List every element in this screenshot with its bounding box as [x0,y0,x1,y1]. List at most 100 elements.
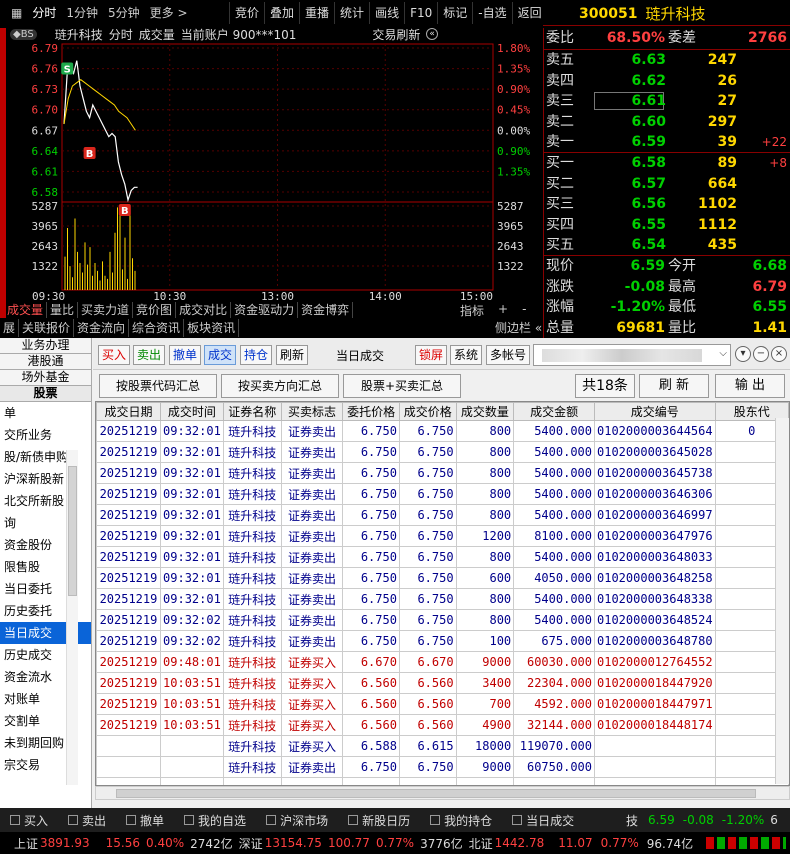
bid-level-row[interactable]: 买二 6.57 664 [544,174,790,195]
bj-label[interactable]: 北证 [469,835,493,852]
menu-mark[interactable]: 标记 [437,2,472,24]
indicator-tab[interactable]: 量比 [47,302,79,318]
indicator-tab[interactable]: 成交量 [4,302,48,318]
column-header[interactable]: 买卖标志 [280,402,344,421]
collapse-icon[interactable]: « [426,28,438,40]
column-header[interactable]: 成交编号 [594,402,716,421]
menu-replay[interactable]: 重播 [299,2,334,24]
bid-level-row[interactable]: 买五 6.54 435 [544,235,790,256]
ask-level-row[interactable]: 卖四 6.62 26 [544,71,790,92]
table-row[interactable]: 20251219 09:32:02 琏升科技 证券卖出 6.750 6.750 800 540… [96,609,789,631]
table-row[interactable]: 20251219 09:48:01 琏升科技 证券买入 6.670 6.670 9000 60… [96,651,789,673]
nav-business[interactable]: 业务办理 [0,338,91,354]
ask-price[interactable]: 6.63 [631,50,666,70]
bid-price[interactable]: 6.57 [631,174,666,194]
indicator-tab[interactable]: 资金驱动力 [231,302,299,318]
table-row[interactable]: 琏升科技 证券卖出 6.750 6.750 9000 60750.000 [96,756,789,778]
bid-price[interactable]: 6.55 [631,215,666,235]
indicator-tab[interactable]: 竞价图 [133,302,177,318]
column-header[interactable]: 成交金额 [513,402,595,421]
column-header[interactable]: 委托价格 [342,402,400,421]
ask-level-row[interactable]: 卖二 6.60 297 [544,112,790,133]
sz-label[interactable]: 深证 [239,835,263,852]
table-vertical-scrollbar[interactable] [775,418,789,784]
ask-price[interactable]: 6.61 [631,91,666,111]
zoom-out-button[interactable]: - [522,302,526,319]
bid-level-row[interactable]: 买四 6.55 1112 [544,215,790,236]
minimize-icon[interactable]: − [753,346,769,362]
table-row[interactable]: 20251219 10:03:51 琏升科技 证券买入 6.560 6.560 4900 32… [96,714,789,736]
nav-item[interactable]: 交所业务 [0,424,91,446]
quick-cancel[interactable]: 撤单 [116,812,174,829]
column-header[interactable]: 成交数量 [455,402,515,421]
menu-remove-watch[interactable]: -自选 [472,2,511,24]
sell-button[interactable]: 卖出 [133,345,166,365]
table-row[interactable]: 20251219 09:32:01 琏升科技 证券卖出 6.750 6.750 600 405… [96,567,789,589]
quick-buy[interactable]: 买入 [0,812,58,829]
trade-refresh-label[interactable]: 交易刷新 [372,26,420,43]
table-row[interactable]: 20251219 09:32:01 琏升科技 证券卖出 6.750 6.750 800 540… [96,588,789,610]
column-header[interactable]: 成交价格 [398,402,457,421]
table-row[interactable]: 琏升科技 证券买入 6.588 6.615 18000 119070.000 [96,735,789,757]
menu-auction[interactable]: 竞价 [229,2,264,24]
column-header[interactable]: 成交时间 [159,402,224,421]
menu-stats[interactable]: 统计 [334,2,369,24]
table-row[interactable]: 20251219 09:32:01 琏升科技 证券卖出 6.750 6.750 800 540… [96,462,789,484]
grid-icon[interactable]: ▦ [6,2,27,24]
table-row[interactable]: 20251219 09:32:01 琏升科技 证券卖出 6.750 6.750 800 540… [96,504,789,526]
table-row[interactable]: 20251219 10:03:51 琏升科技 证券买入 6.560 6.560 700 459… [96,693,789,715]
tab-more[interactable]: 更多 > [145,2,193,24]
quick-sell[interactable]: 卖出 [58,812,116,829]
account-select[interactable]: ⌵ [533,344,731,366]
zoom-in-button[interactable]: + [498,302,508,319]
ask-level-row[interactable]: 卖三 6.61 27 [544,91,790,112]
bid-price[interactable]: 6.56 [631,194,666,214]
info-tab[interactable]: 板块资讯 [184,319,240,337]
close-icon[interactable]: × [771,346,787,362]
nav-otc-fund[interactable]: 场外基金 [0,370,91,386]
quick-today-deal[interactable]: 当日成交 [502,812,584,829]
ask-level-row[interactable]: 卖一 6.59 39 +22 [544,132,790,153]
summary-by-code-button[interactable]: 按股票代码汇总 [99,374,217,398]
quick-ipo-calendar[interactable]: 新股日历 [338,812,420,829]
table-row[interactable]: 20251219 10:03:51 琏升科技 证券买入 6.560 6.560 3400 22… [96,672,789,694]
column-header[interactable]: 证券名称 [222,402,282,421]
quick-market[interactable]: 沪深市场 [256,812,338,829]
ask-price[interactable]: 6.62 [631,71,666,91]
bs-toggle-icon[interactable]: ◆BS [10,28,37,40]
info-tab[interactable]: 资金流向 [74,319,130,337]
tab-1min[interactable]: 1分钟 [61,2,103,24]
nav-item[interactable]: 单 [0,402,91,424]
table-row[interactable]: 20251219 09:32:01 琏升科技 证券卖出 6.750 6.750 800 540… [96,420,789,442]
table-horizontal-scrollbar[interactable] [95,786,790,800]
position-button[interactable]: 持仓 [240,345,273,365]
export-button[interactable]: 输 出 [715,374,785,398]
nav-stock[interactable]: 股票 [0,386,91,402]
menu-draw[interactable]: 画线 [369,2,404,24]
sidebar-toggle[interactable]: 侧边栏 « [495,319,542,337]
table-row[interactable]: 20251219 09:32:01 琏升科技 证券卖出 6.750 6.750 800 540… [96,483,789,505]
bid-price[interactable]: 6.58 [631,153,666,173]
info-tab[interactable]: 综合资讯 [129,319,185,337]
chevron-down-icon[interactable]: ⌵ [719,348,727,359]
table-row[interactable]: 20251219 09:32:01 琏升科技 证券卖出 6.750 6.750 800 540… [96,441,789,463]
indicator-tab[interactable]: 成交对比 [176,302,232,318]
refresh-button[interactable]: 刷新 [276,345,309,365]
bid-price[interactable]: 6.54 [631,235,666,255]
menu-f10[interactable]: F10 [404,2,437,24]
sh-label[interactable]: 上证 [14,835,38,852]
lock-screen-button[interactable]: 锁屏 [415,345,448,365]
dropdown-icon[interactable]: ▾ [735,346,751,362]
indicator-tab[interactable]: 买卖力道 [78,302,134,318]
intraday-chart[interactable]: 6.79 6.76 6.73 6.70 6.67 6.64 6.61 6.58 1.80% 1.3… [0,28,543,302]
nav-scrollbar[interactable] [66,450,78,785]
menu-overlay[interactable]: 叠加 [264,2,299,24]
nav-hk-connect[interactable]: 港股通 [0,354,91,370]
table-row[interactable]: 20251219 09:32:02 琏升科技 证券卖出 6.750 6.750 100 675… [96,630,789,652]
tab-5min[interactable]: 5分钟 [103,2,145,24]
summary-by-both-button[interactable]: 股票+买卖汇总 [343,374,461,398]
quick-positions[interactable]: 我的持仓 [420,812,502,829]
tab-fenshi[interactable]: 分时 [27,2,61,24]
indicator-button[interactable]: 指标 [460,302,484,319]
summary-by-direction-button[interactable]: 按买卖方向汇总 [221,374,339,398]
